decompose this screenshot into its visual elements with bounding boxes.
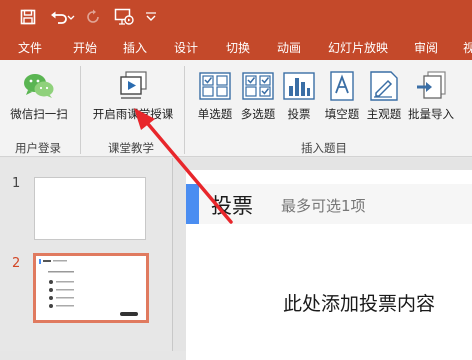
annotation-arrow	[134, 108, 233, 224]
